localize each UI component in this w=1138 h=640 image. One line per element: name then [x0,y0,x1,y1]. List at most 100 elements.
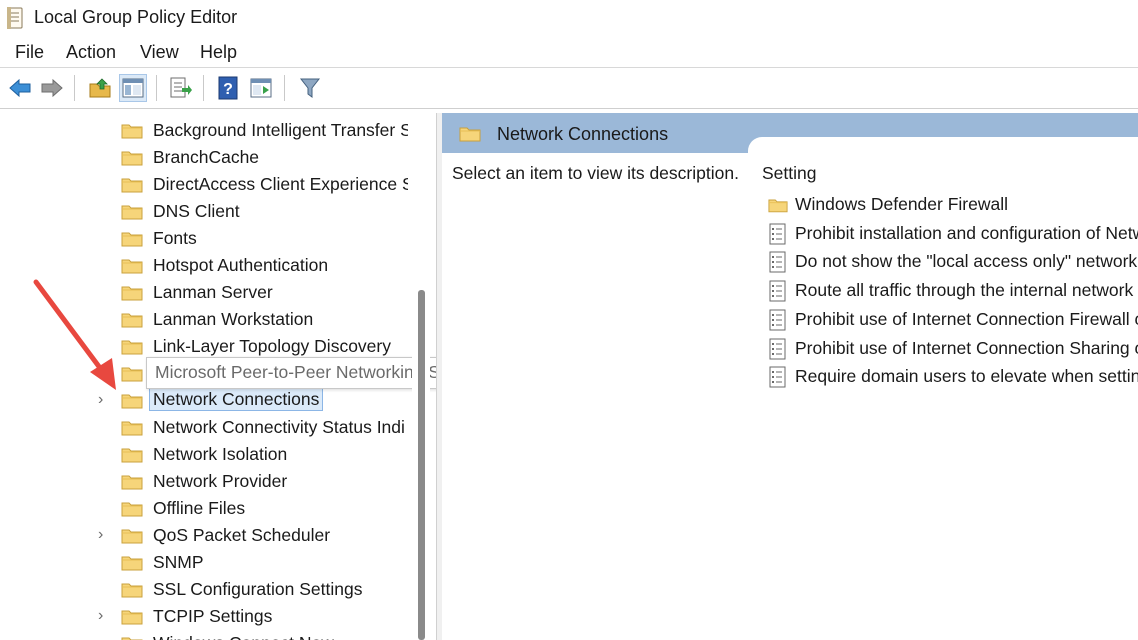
toolbar-separator [74,75,75,101]
setting-row[interactable]: Route all traffic through the internal n… [762,276,1138,304]
header-tab-curve [748,137,1138,153]
folder-icon [121,448,143,463]
back-button[interactable] [6,74,34,102]
show-hide-tree-icon [122,78,144,98]
setting-label: Windows Defender Firewall [795,194,1008,214]
tree-item[interactable]: › TCPIP Settings [0,603,408,630]
window-title: Local Group Policy Editor [34,7,238,27]
setting-folder-row[interactable]: Windows Defender Firewall [762,190,1138,218]
tree-item[interactable]: Hotspot Authentication [0,252,408,279]
menu-view[interactable]: View [140,42,179,63]
tree-item[interactable]: Offline Files [0,495,408,522]
title-bar: Local Group Policy Editor [0,0,1138,36]
folder-icon [121,502,143,517]
setting-label: Prohibit use of Internet Connection Shar… [795,337,1138,358]
chevron-right-icon[interactable]: › [98,526,112,544]
export-list-icon [170,77,192,98]
tree-item-label: Background Intelligent Transfer S [153,120,408,140]
help-button[interactable]: ? [214,74,242,102]
policy-setting-icon [769,338,786,359]
tree-item[interactable]: Network Isolation [0,441,408,468]
tree-scrollbar-thumb[interactable] [418,290,425,640]
tree-item-label: TCPIP Settings [153,606,273,626]
tree-item-label: Network Isolation [153,444,288,464]
tree-item[interactable]: Background Intelligent Transfer S [0,117,408,144]
settings-list: Windows Defender Firewall Prohibit instal… [762,188,1138,488]
toolbar: ? [0,69,1138,109]
filter-options-button[interactable] [296,74,324,102]
toolbar-separator [284,75,285,101]
annotation-arrow [33,279,116,390]
folder-icon [121,205,143,220]
tree-item-label: DNS Client [153,201,240,221]
tree-item[interactable]: Network Provider [0,468,408,495]
policy-setting-icon [769,223,786,245]
folder-icon [121,529,143,544]
tree-item-label: SSL Configuration Settings [153,579,363,599]
svg-text:?: ? [223,81,233,98]
setting-label: Do not show the "local access only" netw… [795,251,1138,272]
tree-item[interactable]: BranchCache [0,144,408,171]
setting-label: Prohibit use of Internet Connection Fire… [795,308,1138,329]
policy-setting-icon [769,366,786,388]
folder-icon [121,151,143,166]
forward-button[interactable] [38,74,66,102]
policy-setting-icon [769,280,786,302]
setting-row[interactable]: Prohibit installation and configuration … [762,219,1138,247]
policy-setting-icon [769,309,786,331]
filter-icon [299,78,321,98]
tree-item-label: Offline Files [153,498,246,518]
export-list-button[interactable] [167,74,195,102]
menu-action[interactable]: Action [66,42,116,63]
setting-row[interactable]: Require domain users to elevate when set… [762,362,1138,390]
tree-item[interactable]: SNMP [0,549,408,576]
tree-item[interactable]: Windows Connect Now [0,630,408,640]
folder-icon [121,178,143,193]
tree-item-label: Network Connectivity Status Indi [153,417,405,437]
folder-icon [121,232,143,247]
folder-icon [121,637,143,640]
setting-label: Route all traffic through the internal n… [795,280,1134,301]
folder-icon [121,610,143,625]
policy-setting-icon [769,251,786,273]
setting-label: Prohibit installation and configuration … [795,222,1138,243]
setting-column-header[interactable]: Setting [762,163,816,184]
tree-item-label: BranchCache [153,147,260,167]
folder-icon [121,124,143,139]
menu-help[interactable]: Help [200,42,237,63]
properties-pane-button[interactable] [247,74,275,102]
tree-item-label: Hotspot Authentication [153,255,329,275]
tree-item[interactable]: DirectAccess Client Experience Se [0,171,408,198]
toolbar-separator [203,75,204,101]
properties-pane-icon [250,78,272,98]
toolbar-separator [156,75,157,101]
description-text: Select an item to view its description. [452,163,739,183]
policy-editor-app-icon [7,7,23,29]
menu-bar: File Action View Help [0,38,1138,68]
folder-icon [121,583,143,598]
tree-item[interactable]: Fonts [0,225,408,252]
folder-icon [121,556,143,571]
help-icon: ? [218,76,238,100]
tree-item[interactable]: DNS Client [0,198,408,225]
setting-row[interactable]: Prohibit use of Internet Connection Fire… [762,305,1138,333]
tree-item-label: DirectAccess Client Experience Se [153,174,408,194]
back-icon [9,78,31,98]
tree-item[interactable]: SSL Configuration Settings [0,576,408,603]
up-one-level-button[interactable] [86,74,114,102]
tree-item-label: Network Provider [153,471,288,491]
folder-icon [121,421,143,436]
setting-row[interactable]: Do not show the "local access only" netw… [762,247,1138,275]
tree-item-label: Fonts [153,228,197,248]
folder-icon [121,475,143,490]
details-pane: Network Connections Select an item to vi… [442,113,1138,640]
up-folder-icon [89,78,111,98]
tree-item[interactable]: › QoS Packet Scheduler [0,522,408,549]
show-hide-console-tree-button[interactable] [119,74,147,102]
menu-file[interactable]: File [15,42,44,63]
tree-item[interactable]: Network Connectivity Status Indi [0,414,408,441]
setting-row[interactable]: Prohibit use of Internet Connection Shar… [762,334,1138,362]
folder-icon [459,127,481,142]
chevron-right-icon[interactable]: › [98,607,112,625]
folder-icon [121,259,143,274]
